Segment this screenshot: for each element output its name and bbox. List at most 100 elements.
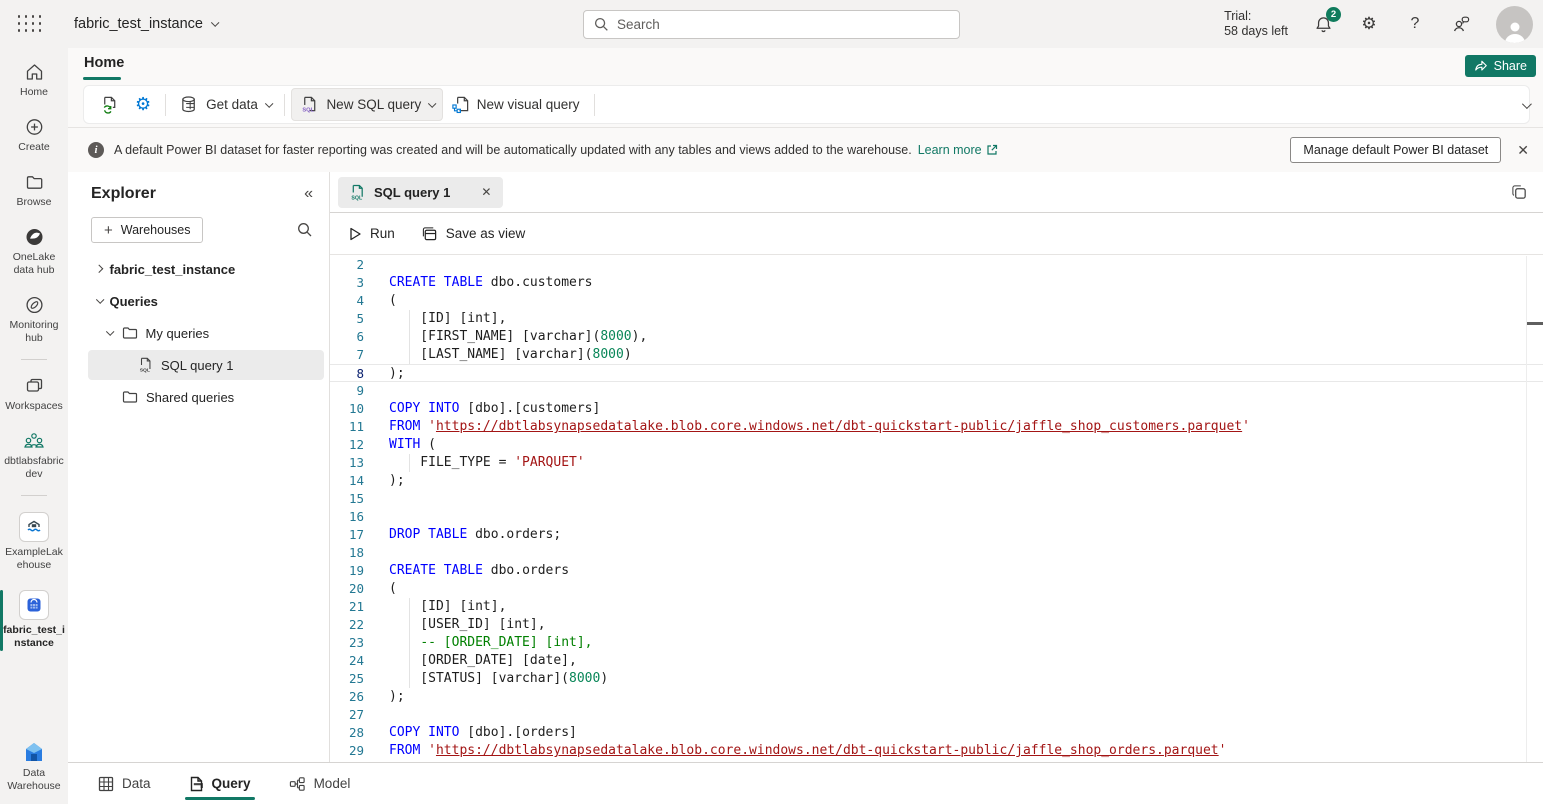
- settings-toolbar-button[interactable]: ⚙: [127, 88, 159, 121]
- explorer-search-icon[interactable]: [297, 222, 313, 238]
- code-line-23[interactable]: 23 -- [ORDER_DATE] [int],: [330, 634, 1543, 652]
- global-search: [583, 10, 960, 39]
- warehouses-label: Warehouses: [121, 223, 191, 237]
- refresh-dataset-button[interactable]: [92, 89, 127, 120]
- indent-guide: [409, 346, 410, 364]
- nav-item-create[interactable]: Create: [0, 113, 68, 159]
- code-line-4[interactable]: 4(: [330, 292, 1543, 310]
- code-line-20[interactable]: 20(: [330, 580, 1543, 598]
- chevron-down-icon[interactable]: [96, 296, 104, 304]
- help-button[interactable]: ?: [1404, 13, 1426, 35]
- code-line-3[interactable]: 3CREATE TABLE dbo.customers: [330, 274, 1543, 292]
- code-line-13[interactable]: 13 FILE_TYPE = 'PARQUET': [330, 454, 1543, 472]
- code-line-5[interactable]: 5 [ID] [int],: [330, 310, 1543, 328]
- view-tab-data[interactable]: Data: [98, 763, 151, 804]
- code-line-24[interactable]: 24 [ORDER_DATE] [date],: [330, 652, 1543, 670]
- code-line-9[interactable]: 9: [330, 382, 1543, 400]
- sql-file-icon: SQL: [138, 357, 153, 373]
- code-line-22[interactable]: 22 [USER_ID] [int],: [330, 616, 1543, 634]
- lakehouse-icon: [19, 512, 49, 542]
- nav-item-workspaces[interactable]: Workspaces: [0, 372, 68, 418]
- copy-icon[interactable]: [1511, 184, 1528, 201]
- explorer-panel: Explorer « + Warehouses fabric_test_inst…: [75, 172, 330, 762]
- learn-more-link[interactable]: Learn more: [918, 143, 998, 157]
- new-sql-query-button[interactable]: SQL New SQL query: [291, 88, 442, 121]
- add-warehouses-button[interactable]: + Warehouses: [91, 217, 203, 243]
- code-line-16[interactable]: 16: [330, 508, 1543, 526]
- nav-item-fabric-test-instance[interactable]: fabric_test_instance: [0, 586, 68, 655]
- share-button[interactable]: Share: [1465, 55, 1536, 77]
- code-line-26[interactable]: 26);: [330, 688, 1543, 706]
- tree-item-warehouse-root[interactable]: fabric_test_instance: [75, 253, 329, 285]
- tree-item-shared-queries[interactable]: Shared queries: [75, 381, 329, 413]
- nav-item-examplelakehouse[interactable]: ExampleLakehouse: [0, 508, 68, 577]
- editor-scrollbar-track[interactable]: [1526, 256, 1527, 762]
- nav-label: Monitoring hub: [3, 319, 65, 345]
- code-line-11[interactable]: 11FROM 'https://dbtlabsynapsedatalake.bl…: [330, 418, 1543, 436]
- code-line-2[interactable]: 2: [330, 256, 1543, 274]
- account-avatar[interactable]: [1496, 6, 1533, 43]
- tree-item-queries[interactable]: Queries: [75, 285, 329, 317]
- chevron-down-icon: [429, 99, 437, 107]
- code-line-27[interactable]: 27: [330, 706, 1543, 724]
- code-line-21[interactable]: 21 [ID] [int],: [330, 598, 1543, 616]
- code-line-28[interactable]: 28COPY INTO [dbo].[orders]: [330, 724, 1543, 742]
- get-data-button[interactable]: Get data: [172, 89, 278, 120]
- chevron-down-icon[interactable]: [106, 328, 114, 336]
- code-line-7[interactable]: 7 [LAST_NAME] [varchar](8000): [330, 346, 1543, 364]
- code-line-18[interactable]: 18: [330, 544, 1543, 562]
- folder-icon: [122, 326, 138, 340]
- code-line-6[interactable]: 6 [FIRST_NAME] [varchar](8000),: [330, 328, 1543, 346]
- tree-item-sql-query-1[interactable]: SQL SQL query 1: [75, 349, 329, 381]
- nav-item-monitoring-hub[interactable]: Monitoring hub: [0, 291, 68, 350]
- chevron-down-icon: [1522, 99, 1532, 109]
- line-number: 7: [330, 346, 364, 364]
- code-line-15[interactable]: 15: [330, 490, 1543, 508]
- settings-button[interactable]: ⚙: [1358, 13, 1380, 35]
- nav-item-data-warehouse[interactable]: Data Warehouse: [0, 737, 68, 798]
- code-line-17[interactable]: 17DROP TABLE dbo.orders;: [330, 526, 1543, 544]
- line-number: 18: [330, 544, 364, 562]
- banner-close-icon[interactable]: ✕: [1517, 142, 1529, 159]
- tab-sql-query-1[interactable]: SQL SQL query 1 ✕: [338, 177, 503, 208]
- feedback-button[interactable]: [1450, 13, 1472, 35]
- chevron-right-icon[interactable]: [95, 265, 103, 273]
- search-input[interactable]: [617, 17, 949, 32]
- nav-item-onelake-data-hub[interactable]: OneLake data hub: [0, 223, 68, 282]
- app-launcher-icon[interactable]: [8, 0, 52, 48]
- plus-icon: +: [104, 222, 113, 239]
- refresh-document-icon: [100, 95, 119, 114]
- code-text: COPY INTO [dbo].[orders]: [389, 724, 577, 742]
- search-icon: [594, 17, 609, 32]
- code-line-25[interactable]: 25 [STATUS] [varchar](8000): [330, 670, 1543, 688]
- sql-editor[interactable]: 23CREATE TABLE dbo.customers4(5 [ID] [in…: [330, 256, 1543, 762]
- tab-home[interactable]: Home: [83, 52, 125, 74]
- save-as-view-button[interactable]: Save as view: [421, 226, 526, 242]
- tree-label: Queries: [110, 294, 158, 309]
- folder-icon: [122, 390, 138, 404]
- nav-label: Workspaces: [5, 400, 63, 413]
- code-line-12[interactable]: 12WITH (: [330, 436, 1543, 454]
- line-number: 10: [330, 400, 364, 418]
- code-line-14[interactable]: 14);: [330, 472, 1543, 490]
- run-button[interactable]: Run: [349, 226, 395, 241]
- code-line-8[interactable]: 8);: [330, 364, 1543, 382]
- workspace-switcher[interactable]: fabric_test_instance: [74, 16, 216, 32]
- nav-item-dbtlabsfabricdev[interactable]: dbtlabsfabricdev: [0, 427, 68, 486]
- nav-item-home[interactable]: Home: [0, 58, 68, 104]
- manage-dataset-button[interactable]: Manage default Power BI dataset: [1290, 137, 1501, 163]
- code-line-29[interactable]: 29FROM 'https://dbtlabsynapsedatalake.bl…: [330, 742, 1543, 760]
- code-line-10[interactable]: 10COPY INTO [dbo].[customers]: [330, 400, 1543, 418]
- view-tab-model[interactable]: Model: [289, 763, 351, 804]
- ribbon-collapse-button[interactable]: [1522, 96, 1529, 114]
- toolbar: ⚙ Get data SQL New SQL query: [83, 85, 1530, 124]
- tab-close-icon[interactable]: ✕: [481, 185, 491, 199]
- collapse-panel-icon[interactable]: «: [304, 185, 313, 203]
- new-visual-query-button[interactable]: New visual query: [443, 89, 588, 120]
- line-number: 27: [330, 706, 364, 724]
- tree-item-my-queries[interactable]: My queries: [75, 317, 329, 349]
- code-line-19[interactable]: 19CREATE TABLE dbo.orders: [330, 562, 1543, 580]
- view-tab-query[interactable]: Query: [189, 763, 251, 804]
- notifications-button[interactable]: 2: [1312, 13, 1334, 35]
- nav-item-browse[interactable]: Browse: [0, 168, 68, 214]
